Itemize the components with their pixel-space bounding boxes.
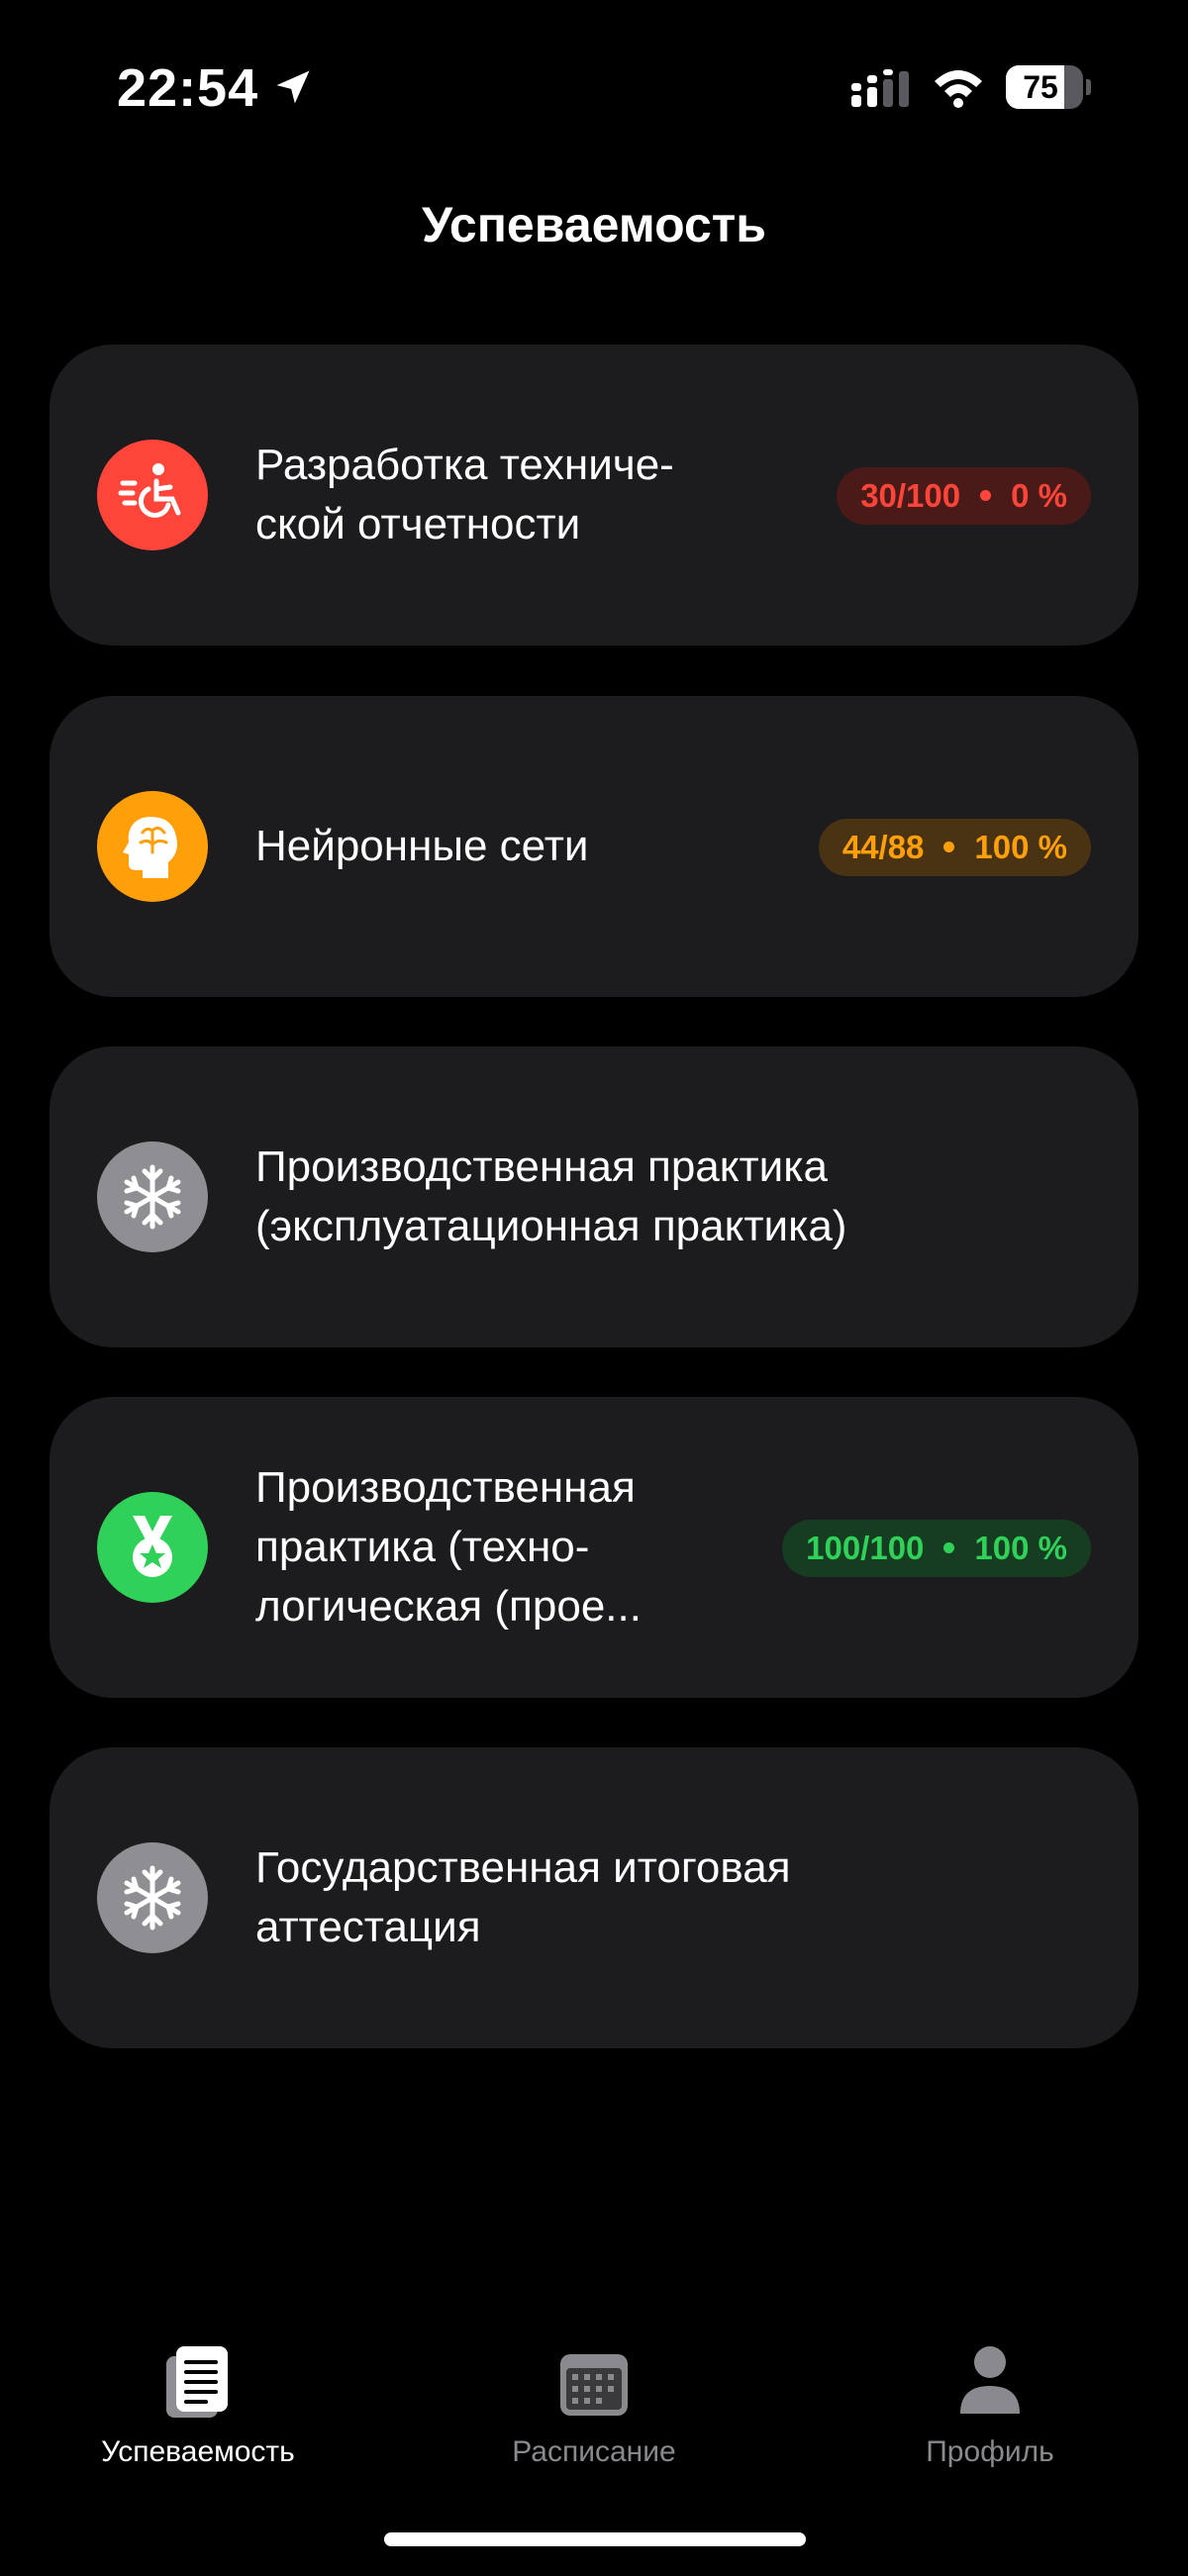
status-time: 22:54 [117,58,259,118]
tab-grades[interactable]: Успеваемость [50,2336,346,2485]
subject-icon [97,791,208,902]
subject-card[interactable]: Производственная практика (эксплуатацион… [50,1046,1138,1347]
snowflake-icon [124,1164,181,1230]
cellular-signal-icon [851,69,909,107]
tab-schedule[interactable]: Расписание [446,2336,742,2485]
tab-label: Успеваемость [101,2435,295,2468]
subject-icon [97,1141,208,1252]
subject-name: Государственная итоговая аттестация [255,1843,791,1951]
subject-icon [97,1842,208,1953]
grade-badge: 44/88 100 % [818,819,1091,876]
battery-indicator: 75 [1006,65,1091,109]
grade-badge: 30/100 0 % [837,467,1091,525]
tab-profile[interactable]: Профиль [842,2336,1138,2485]
wheelchair-icon [118,463,181,518]
document-icon [166,2346,228,2418]
subject-card[interactable]: Нейронные сети 44/88 100 % [50,696,1138,997]
subject-card[interactable]: Производственная практика (техно- логиче… [50,1397,1138,1698]
grade-badge: 100/100 100 % [782,1520,1091,1577]
status-bar: 22:54 75 [0,0,1188,168]
wifi-icon [935,70,982,108]
grade-percent: 100 % [974,829,1067,865]
grade-percent: 0 % [1011,477,1067,514]
tab-label: Профиль [926,2435,1054,2468]
home-indicator[interactable] [384,2532,806,2546]
person-icon [960,2346,1020,2414]
tab-label: Расписание [512,2435,676,2468]
calendar-icon [560,2354,628,2416]
grade-score: 30/100 [860,477,961,514]
subject-name: Разработка техниче- ской отчетности [255,441,674,548]
subject-icon [97,1492,208,1603]
subject-card[interactable]: Государственная итоговая аттестация [50,1747,1138,2048]
snowflake-icon [124,1865,181,1931]
head-brain-icon [123,817,177,878]
subject-name: Производственная практика (техно- логиче… [255,1463,642,1631]
subject-card[interactable]: Разработка техниче- ской отчетности 30/1… [50,345,1138,645]
grade-percent: 100 % [974,1530,1067,1566]
subject-icon [97,440,208,550]
grade-score: 44/88 [842,829,925,865]
battery-level: 75 [1023,69,1058,105]
page-title: Успеваемость [421,197,767,252]
medal-icon [133,1516,172,1577]
location-arrow-icon [276,70,310,104]
grade-score: 100/100 [806,1530,925,1566]
subject-name: Нейронные сети [255,822,589,870]
subject-name: Производственная практика (эксплуатацион… [255,1142,847,1250]
